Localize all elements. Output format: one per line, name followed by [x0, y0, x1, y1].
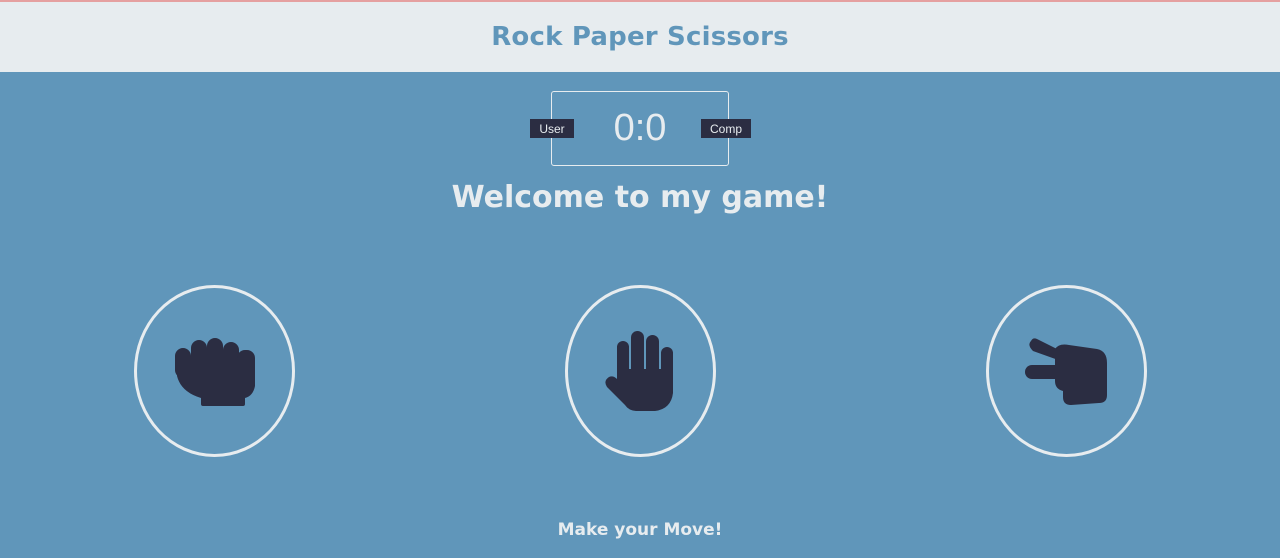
page-title: Rock Paper Scissors	[491, 22, 789, 52]
open-hand-icon	[604, 331, 673, 411]
score-display: 0:0	[613, 107, 667, 149]
rock-button[interactable]	[134, 285, 295, 457]
two-fingers-icon	[1024, 338, 1107, 405]
result-message: Welcome to my game!	[451, 180, 829, 215]
comp-badge: Comp	[701, 119, 751, 138]
fist-icon	[174, 338, 255, 406]
paper-button[interactable]	[565, 285, 716, 457]
scissors-button[interactable]	[986, 285, 1147, 457]
header: Rock Paper Scissors	[0, 2, 1280, 72]
user-badge: User	[530, 119, 574, 138]
move-prompt: Make your Move!	[557, 520, 723, 540]
